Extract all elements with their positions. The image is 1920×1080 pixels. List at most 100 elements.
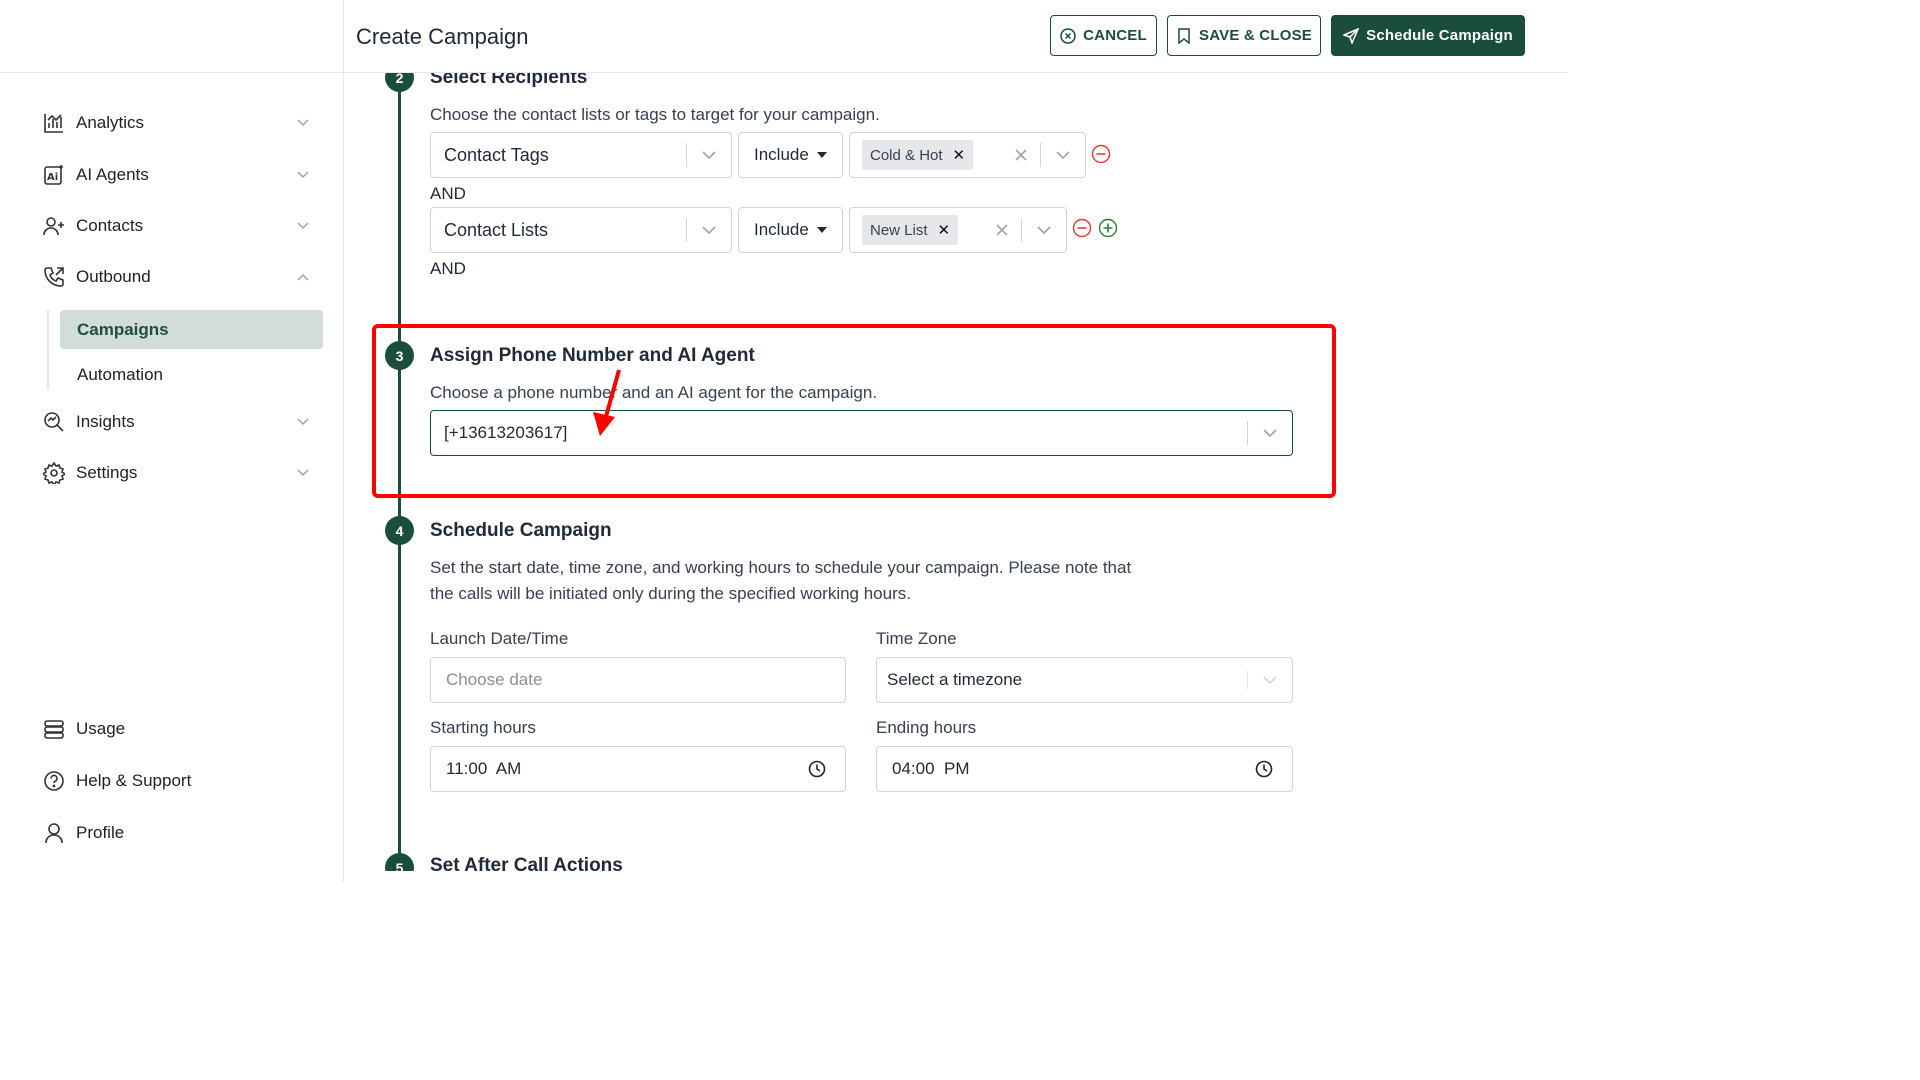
chip-remove-icon[interactable]: ✕ — [938, 221, 951, 239]
analytics-icon — [42, 111, 66, 135]
include-dropdown[interactable]: Include — [738, 207, 843, 253]
sidebar-item-help-support[interactable]: Help & Support — [42, 763, 312, 799]
svg-text:Ai: Ai — [47, 172, 58, 183]
sidebar-item-label: AI Agents — [76, 165, 149, 184]
sidebar-item-label: Outbound — [76, 267, 151, 286]
sidebar-item-settings[interactable]: Settings — [42, 455, 312, 491]
save-close-button[interactable]: SAVE & CLOSE — [1167, 15, 1321, 56]
help-icon — [42, 769, 66, 793]
selected-chip: Cold & Hot ✕ — [862, 140, 974, 170]
ai-agents-icon: Ai — [42, 163, 66, 187]
section-title-assign: Assign Phone Number and AI Agent — [430, 345, 755, 366]
list-multi-select[interactable]: New List ✕ — [849, 207, 1067, 253]
clock-icon[interactable] — [807, 759, 827, 779]
chip-label: Cold & Hot — [870, 146, 943, 164]
sidebar-item-contacts[interactable]: Contacts — [42, 208, 312, 244]
usage-icon — [42, 717, 66, 741]
starting-hours-label: Starting hours — [430, 718, 536, 737]
schedule-campaign-button-label: Schedule Campaign — [1366, 27, 1513, 44]
settings-icon — [42, 461, 66, 485]
tag-multi-select[interactable]: Cold & Hot ✕ — [849, 132, 1086, 178]
launch-date-placeholder: Choose date — [446, 670, 543, 689]
chevron-down-icon — [296, 466, 310, 480]
include-dropdown-label: Include — [754, 145, 809, 164]
chevron-down-icon[interactable] — [1022, 208, 1066, 252]
sidebar-subitem-automation[interactable]: Automation — [60, 355, 323, 394]
bookmark-icon — [1176, 27, 1192, 44]
chevron-down-icon[interactable] — [1041, 133, 1085, 177]
chevron-down-icon[interactable] — [687, 133, 731, 177]
step-number-badge: 2 — [385, 73, 414, 92]
contacts-icon — [42, 214, 66, 238]
step-number-badge: 4 — [385, 516, 414, 545]
cancel-button[interactable]: CANCEL — [1050, 15, 1157, 56]
schedule-campaign-button[interactable]: Schedule Campaign — [1331, 15, 1525, 56]
cancel-button-label: CANCEL — [1083, 27, 1147, 44]
step-timeline — [398, 73, 401, 863]
selected-chip: New List ✕ — [862, 215, 959, 245]
chip-remove-icon[interactable]: ✕ — [953, 146, 966, 164]
step-number-badge: 3 — [385, 341, 414, 370]
sidebar-item-ai-agents[interactable]: Ai AI Agents — [42, 157, 312, 193]
ending-hours-label: Ending hours — [876, 718, 977, 737]
chevron-up-icon — [296, 270, 310, 284]
phone-number-value: [+13613203617] — [444, 423, 568, 442]
chevron-down-icon — [296, 219, 310, 233]
main-content: 2 Select Recipients Choose the contact l… — [344, 73, 1568, 882]
outbound-icon — [42, 265, 66, 289]
sidebar-item-usage[interactable]: Usage — [42, 711, 312, 747]
launch-date-input[interactable]: Choose date — [430, 657, 846, 703]
ending-hours-value: 04:00 PM — [892, 759, 970, 778]
profile-icon — [42, 821, 66, 845]
sidebar-item-label: Settings — [76, 463, 138, 482]
and-label: AND — [430, 259, 466, 278]
send-icon — [1343, 27, 1360, 44]
starting-hours-value: 11:00 AM — [446, 759, 522, 778]
timezone-select[interactable]: Select a timezone — [876, 657, 1293, 703]
recipient-type-select[interactable]: Contact Lists — [430, 207, 732, 253]
chevron-down-icon[interactable] — [1248, 411, 1292, 455]
starting-hours-input[interactable]: 11:00 AM — [430, 746, 846, 792]
section-description-assign: Choose a phone number and an AI agent fo… — [430, 383, 878, 402]
clear-icon[interactable] — [983, 224, 1021, 236]
phone-number-select[interactable]: [+13613203617] — [430, 410, 1293, 456]
section-description-schedule-line2: the calls will be initiated only during … — [430, 584, 911, 603]
sidebar-item-label: Help & Support — [76, 771, 192, 790]
sidebar-item-outbound[interactable]: Outbound — [42, 259, 312, 295]
recipient-type-select[interactable]: Contact Tags — [430, 132, 732, 178]
clock-icon[interactable] — [1254, 759, 1274, 779]
recipient-type-value: Contact Lists — [444, 219, 549, 240]
insights-icon — [42, 410, 66, 434]
chevron-down-icon — [296, 116, 310, 130]
timezone-value: Select a timezone — [887, 670, 1023, 689]
sidebar-item-label: Insights — [76, 412, 135, 431]
sidebar-subitem-campaigns[interactable]: Campaigns — [60, 310, 323, 349]
save-close-button-label: SAVE & CLOSE — [1199, 27, 1312, 44]
chevron-down-icon[interactable] — [1248, 658, 1292, 702]
logo-area — [0, 0, 343, 73]
caret-down-icon — [816, 152, 827, 158]
remove-condition-icon[interactable] — [1072, 218, 1092, 238]
chevron-down-icon[interactable] — [687, 208, 731, 252]
timezone-label: Time Zone — [876, 629, 957, 648]
remove-condition-icon[interactable] — [1091, 144, 1111, 164]
cancel-circle-icon — [1060, 27, 1076, 44]
sidebar-item-profile[interactable]: Profile — [42, 815, 312, 851]
chevron-down-icon — [296, 415, 310, 429]
section-description-schedule-line1: Set the start date, time zone, and worki… — [430, 558, 1132, 577]
launch-date-label: Launch Date/Time — [430, 629, 569, 648]
section-description-recipients: Choose the contact lists or tags to targ… — [430, 105, 880, 124]
sidebar-item-label: Usage — [76, 719, 126, 738]
clear-icon[interactable] — [1002, 149, 1040, 161]
add-condition-icon[interactable] — [1098, 218, 1118, 238]
include-dropdown[interactable]: Include — [738, 132, 843, 178]
page-title: Create Campaign — [356, 24, 529, 49]
section-title-after-call: Set After Call Actions — [430, 855, 623, 871]
ending-hours-input[interactable]: 04:00 PM — [876, 746, 1293, 792]
recipient-type-value: Contact Tags — [444, 144, 549, 165]
sidebar-item-insights[interactable]: Insights — [42, 404, 312, 440]
sidebar-item-label: Profile — [76, 823, 125, 842]
sidebar-item-analytics[interactable]: Analytics — [42, 105, 312, 141]
step-5-clip: 5 Set After Call Actions — [344, 851, 1568, 871]
chevron-down-icon — [296, 168, 310, 182]
